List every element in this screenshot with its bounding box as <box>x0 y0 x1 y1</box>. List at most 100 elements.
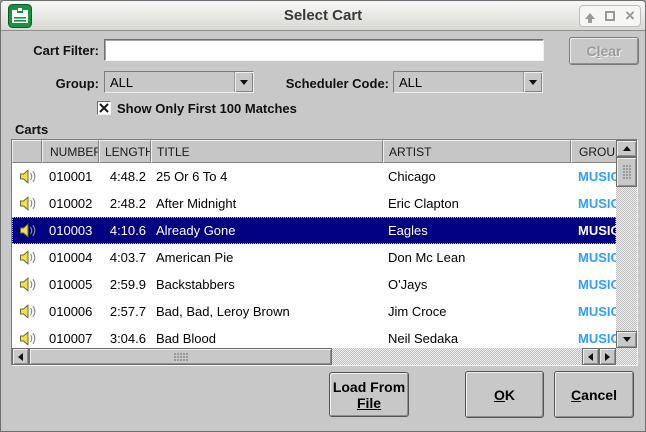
thumb-grip <box>173 352 188 361</box>
cart-row[interactable]: 010004 4:03.7 American Pie Don Mc Lean M… <box>12 244 616 271</box>
cart-number-cell: 010007 <box>42 331 99 346</box>
arrow-left-icon <box>588 353 593 361</box>
arrow-right-icon <box>605 353 610 361</box>
cart-number-cell: 010004 <box>42 250 99 265</box>
arrow-down-icon <box>623 337 631 342</box>
speaker-icon <box>19 277 36 292</box>
close-icon: × <box>625 8 635 24</box>
scroll-down-button[interactable] <box>616 331 637 348</box>
column-header-artist[interactable]: ARTIST <box>383 140 571 163</box>
scheduler-code-label: Scheduler Code: <box>251 76 389 91</box>
cart-list: NUMBER LENGTH TITLE ARTIST GROUP 010001 … <box>11 139 638 366</box>
column-header-length[interactable]: LENGTH <box>99 140 151 163</box>
show-only-first-100-checkbox[interactable] <box>97 101 111 115</box>
arrow-left-icon <box>18 353 23 361</box>
close-button[interactable]: × <box>621 7 639 25</box>
cart-number-cell: 010001 <box>42 169 99 184</box>
show-only-first-100-label: Show Only First 100 Matches <box>117 101 297 116</box>
cart-row[interactable]: 010006 2:57.7 Bad, Bad, Leroy Brown Jim … <box>12 298 616 325</box>
titlebar[interactable]: Select Cart × <box>1 1 645 31</box>
cart-title-cell: Bad Blood <box>151 331 383 346</box>
speaker-icon <box>19 169 36 184</box>
cart-title-cell: Bad, Bad, Leroy Brown <box>151 304 383 319</box>
cart-row[interactable]: 010002 2:48.2 After Midnight Eric Clapto… <box>12 190 616 217</box>
cart-group-cell: MUSIC <box>571 304 616 319</box>
horizontal-scrollbar[interactable] <box>12 348 616 365</box>
cart-artist-cell: Chicago <box>383 169 571 184</box>
ok-button[interactable]: OK <box>465 371 544 418</box>
audio-cart-cell <box>12 223 42 238</box>
load-from-file-button[interactable]: Load FromFile <box>329 372 409 417</box>
scrollbar-corner <box>616 348 637 365</box>
cart-title-cell: 25 Or 6 To 4 <box>151 169 383 184</box>
vertical-scroll-thumb[interactable] <box>616 157 637 187</box>
column-header-icon[interactable] <box>12 140 42 163</box>
cart-length-cell: 4:48.2 <box>99 169 151 184</box>
clear-button: Clear <box>569 37 639 65</box>
select-cart-dialog: Select Cart × Cart Filter: Clear Group: … <box>0 0 646 432</box>
cart-number-cell: 010005 <box>42 277 99 292</box>
cart-number-cell: 010002 <box>42 196 99 211</box>
cart-group-cell: MUSIC <box>571 169 616 184</box>
cart-group-cell: MUSIC <box>571 196 616 211</box>
cart-length-cell: 2:59.9 <box>99 277 151 292</box>
cart-title-cell: After Midnight <box>151 196 383 211</box>
cart-list-header: NUMBER LENGTH TITLE ARTIST GROUP <box>12 140 616 163</box>
cart-row[interactable]: 010003 4:10.6 Already Gone Eagles MUSIC <box>12 217 616 244</box>
maximize-button[interactable] <box>601 7 619 25</box>
window-controls: × <box>579 5 641 27</box>
cart-title-cell: Backstabbers <box>151 277 383 292</box>
speaker-icon <box>19 223 36 238</box>
cart-length-cell: 2:57.7 <box>99 304 151 319</box>
arrow-up-icon <box>623 146 631 151</box>
cart-list-body: 010001 4:48.2 25 Or 6 To 4 Chicago MUSIC… <box>12 163 616 348</box>
audio-cart-cell <box>12 277 42 292</box>
scroll-up-button[interactable] <box>616 140 637 157</box>
vertical-scroll-trough[interactable] <box>616 187 637 331</box>
cart-length-cell: 4:10.6 <box>99 223 151 238</box>
scroll-right-button[interactable] <box>599 348 616 365</box>
speaker-icon <box>19 304 36 319</box>
scroll-left-button-2[interactable] <box>582 348 599 365</box>
cart-title-cell: Already Gone <box>151 223 383 238</box>
scheduler-code-select[interactable]: ALL <box>393 71 543 93</box>
maximize-icon <box>605 11 615 21</box>
cancel-button[interactable]: Cancel <box>554 371 634 418</box>
cart-number-cell: 010006 <box>42 304 99 319</box>
speaker-icon <box>19 331 36 346</box>
scroll-left-button[interactable] <box>12 348 29 365</box>
audio-cart-cell <box>12 304 42 319</box>
cart-artist-cell: O'Jays <box>383 277 571 292</box>
group-select[interactable]: ALL <box>104 71 254 93</box>
cart-number-cell: 010003 <box>42 223 99 238</box>
thumb-grip <box>622 165 631 180</box>
cart-length-cell: 3:04.6 <box>99 331 151 346</box>
cart-length-cell: 2:48.2 <box>99 196 151 211</box>
cart-group-cell: MUSIC <box>571 250 616 265</box>
column-header-number[interactable]: NUMBER <box>42 140 99 163</box>
cart-filter-input[interactable] <box>104 39 544 61</box>
cart-artist-cell: Don Mc Lean <box>383 250 571 265</box>
audio-cart-cell <box>12 196 42 211</box>
cart-row[interactable]: 010005 2:59.9 Backstabbers O'Jays MUSIC <box>12 271 616 298</box>
cart-group-cell: MUSIC <box>571 223 616 238</box>
chevron-down-icon <box>240 80 248 85</box>
vertical-scrollbar[interactable] <box>616 140 637 348</box>
column-header-title[interactable]: TITLE <box>151 140 383 163</box>
cart-row[interactable]: 010007 3:04.6 Bad Blood Neil Sedaka MUSI… <box>12 325 616 348</box>
column-header-group[interactable]: GROUP <box>571 140 616 163</box>
chevron-down-icon <box>529 80 537 85</box>
speaker-icon <box>19 196 36 211</box>
horizontal-scroll-thumb[interactable] <box>29 348 332 365</box>
group-value: ALL <box>105 75 234 90</box>
horizontal-scroll-trough[interactable] <box>332 348 582 365</box>
audio-cart-cell <box>12 331 42 346</box>
cart-row[interactable]: 010001 4:48.2 25 Or 6 To 4 Chicago MUSIC <box>12 163 616 190</box>
cart-artist-cell: Eric Clapton <box>383 196 571 211</box>
carts-section-label: Carts <box>15 122 48 137</box>
scheduler-dropdown-arrow[interactable] <box>523 72 542 92</box>
audio-cart-cell <box>12 250 42 265</box>
cart-length-cell: 4:03.7 <box>99 250 151 265</box>
shade-button[interactable] <box>581 7 599 25</box>
speaker-icon <box>19 250 36 265</box>
